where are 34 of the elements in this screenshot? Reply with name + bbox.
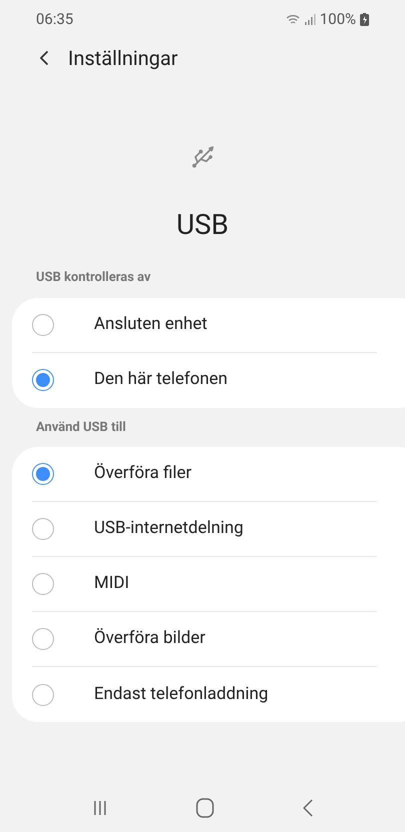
battery-icon bbox=[360, 12, 369, 26]
section-label: USB kontrolleras av bbox=[35, 269, 152, 287]
back-nav-icon[interactable] bbox=[302, 799, 312, 817]
page-title: USB bbox=[176, 207, 229, 243]
signal-icon bbox=[304, 14, 316, 24]
radio-button[interactable] bbox=[32, 573, 54, 595]
radio-option[interactable]: Överföra filer bbox=[32, 447, 377, 502]
option-label: Den här telefonen bbox=[94, 368, 228, 392]
usb-icon bbox=[190, 144, 216, 170]
option-label: Endast telefonladdning bbox=[94, 682, 268, 706]
header-title: Inställningar bbox=[68, 45, 178, 72]
radio-option[interactable]: MIDI bbox=[32, 557, 377, 612]
option-label: Ansluten enhet bbox=[94, 312, 208, 336]
radio-button[interactable] bbox=[32, 314, 54, 336]
radio-button[interactable] bbox=[32, 369, 54, 391]
home-icon[interactable] bbox=[196, 798, 214, 818]
wifi-icon bbox=[286, 14, 300, 24]
radio-button[interactable] bbox=[32, 628, 54, 650]
option-label: MIDI bbox=[94, 572, 130, 596]
radio-option[interactable]: Ansluten enhet bbox=[32, 298, 377, 352]
status-time: 06:35 bbox=[36, 8, 74, 30]
radio-option[interactable]: Endast telefonladdning bbox=[32, 667, 377, 722]
radio-option[interactable]: Överföra bilder bbox=[32, 612, 377, 667]
radio-option[interactable]: Den här telefonen bbox=[32, 352, 377, 408]
option-label: USB-internetdelning bbox=[94, 517, 244, 540]
battery-percent: 100% bbox=[320, 8, 356, 30]
option-label: Överföra bilder bbox=[94, 627, 206, 650]
radio-button[interactable] bbox=[32, 518, 54, 540]
radio-button[interactable] bbox=[32, 684, 54, 706]
radio-option[interactable]: USB-internetdelning bbox=[32, 502, 377, 557]
recent-apps-icon[interactable] bbox=[92, 800, 106, 816]
option-label: Överföra filer bbox=[94, 462, 192, 486]
section-label: Använd USB till bbox=[35, 418, 127, 436]
radio-button[interactable] bbox=[32, 463, 54, 485]
